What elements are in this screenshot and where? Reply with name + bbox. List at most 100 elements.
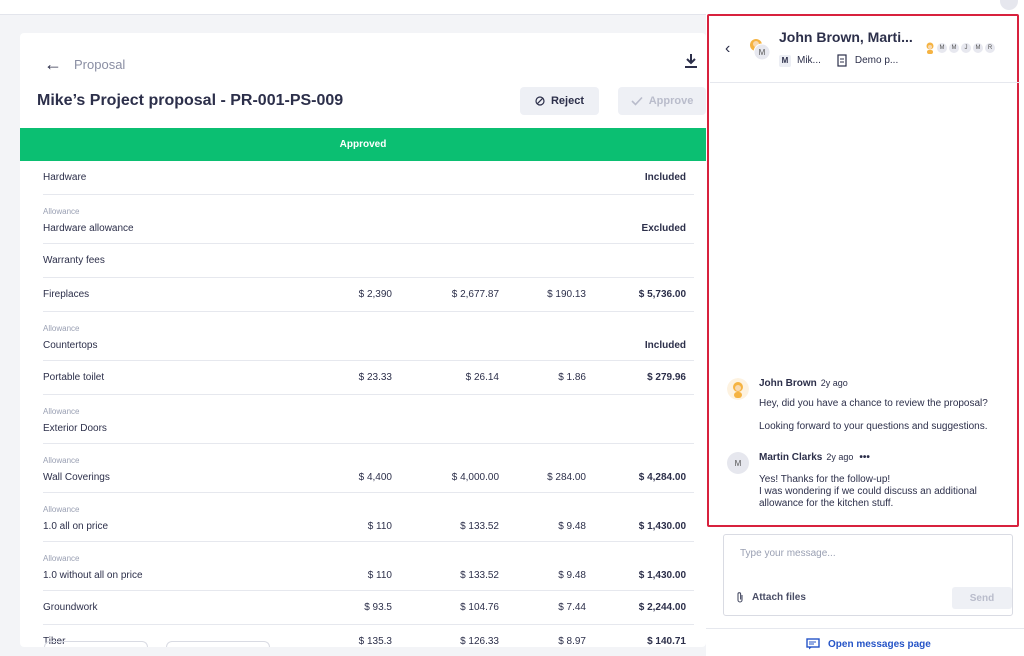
- row-total: $ 5,736.00: [638, 289, 686, 300]
- row-name: Hardware: [43, 172, 87, 183]
- row-name: Portable toilet: [43, 372, 105, 383]
- row-total: $ 140.71: [647, 636, 686, 647]
- table-row[interactable]: Hardware Included: [43, 161, 694, 195]
- chat-footer-divider: [706, 628, 1024, 629]
- chat-meta: M Mik... Demo p...: [779, 54, 898, 67]
- row-name: Exterior Doors: [43, 423, 107, 434]
- row-name: 1.0 without all on price: [43, 570, 143, 581]
- table-row[interactable]: Warranty fees: [43, 244, 694, 278]
- row-value: $ 110: [367, 521, 392, 532]
- reject-button[interactable]: Reject: [520, 87, 599, 115]
- author-name: Martin Clarks: [759, 452, 823, 463]
- row-value: $ 7.44: [558, 602, 586, 613]
- svg-text:M: M: [759, 48, 766, 57]
- footer-button[interactable]: [166, 641, 270, 647]
- row-value: $ 110: [367, 570, 392, 581]
- participants[interactable]: MMJMR: [925, 42, 995, 54]
- paperclip-icon: [737, 592, 743, 603]
- row-value: $ 104.76: [460, 602, 499, 613]
- row-value: $ 2,390: [358, 289, 392, 300]
- more-options-icon[interactable]: •••: [859, 452, 870, 463]
- row-value: $ 190.13: [547, 289, 586, 300]
- line-items: Hardware Included Allowance Hardware allowa…: [20, 161, 706, 647]
- participant-chip: M: [973, 43, 983, 53]
- row-total: Included: [644, 340, 686, 351]
- breadcrumb-label[interactable]: Proposal: [74, 57, 125, 72]
- row-category: Allowance: [43, 505, 80, 514]
- row-value: $ 4,000.00: [451, 472, 499, 483]
- message-time: 2y ago: [820, 378, 848, 388]
- table-row[interactable]: Groundwork $ 93.5 $ 104.76 $ 7.44 $ 2,244.00: [43, 591, 694, 625]
- user-avatar[interactable]: [1000, 0, 1018, 10]
- user-badge: M: [779, 54, 791, 67]
- table-row[interactable]: Allowance Countertops Included: [43, 312, 694, 361]
- chat-panel: ‹ M John Brown, Marti... M Mik... Demo p…: [706, 14, 1024, 656]
- open-messages-link[interactable]: Open messages page: [806, 638, 931, 650]
- message-composer: Attach files Send: [723, 534, 1013, 616]
- row-total: $ 279.96: [647, 372, 686, 383]
- table-row[interactable]: Portable toilet $ 23.33 $ 26.14 $ 1.86 $ 279…: [43, 361, 694, 395]
- chat-highlight-frame: ‹ M John Brown, Marti... M Mik... Demo p…: [707, 14, 1020, 527]
- chat-header-divider: [710, 82, 1020, 83]
- chevron-left-icon[interactable]: ‹: [725, 40, 730, 58]
- participant-chip: R: [985, 43, 995, 53]
- download-icon[interactable]: [684, 53, 698, 69]
- row-total: $ 2,244.00: [638, 602, 686, 613]
- row-total: Included: [644, 172, 686, 183]
- table-row[interactable]: Allowance 1.0 all on price $ 110 $ 133.52 $ …: [43, 493, 694, 542]
- row-name: Groundwork: [43, 602, 98, 613]
- row-category: Allowance: [43, 554, 80, 563]
- row-total: $ 1,430.00: [638, 521, 686, 532]
- top-menu-icon[interactable]: • •: [980, 0, 990, 5]
- row-value: $ 93.5: [364, 602, 392, 613]
- martin-avatar: M: [727, 452, 749, 474]
- attach-files-button[interactable]: Attach files: [736, 591, 806, 603]
- row-value: $ 2,677.87: [451, 289, 499, 300]
- breadcrumb: ← Proposal: [44, 55, 125, 73]
- message-author: Martin Clarks 2y ago •••: [759, 452, 870, 463]
- row-name: Fireplaces: [43, 289, 90, 300]
- check-icon: [631, 96, 643, 106]
- footer-button[interactable]: [44, 641, 148, 647]
- john-avatar-icon: [727, 378, 749, 400]
- back-arrow-icon[interactable]: ←: [44, 55, 62, 73]
- row-category: Allowance: [43, 207, 80, 216]
- row-value: $ 23.33: [358, 372, 392, 383]
- table-row[interactable]: Allowance Exterior Doors: [43, 395, 694, 444]
- row-total: $ 1,430.00: [638, 570, 686, 581]
- row-name: Wall Coverings: [43, 472, 110, 483]
- table-row[interactable]: Allowance 1.0 without all on price $ 110 $ …: [43, 542, 694, 591]
- document-icon: [837, 54, 847, 67]
- row-name: 1.0 all on price: [43, 521, 109, 532]
- attach-files-label: Attach files: [752, 591, 806, 603]
- table-row[interactable]: Allowance Hardware allowance Excluded: [43, 195, 694, 244]
- table-row[interactable]: Fireplaces $ 2,390 $ 2,677.87 $ 190.13 $ 5,7…: [43, 278, 694, 312]
- chat-project[interactable]: Demo p...: [855, 55, 898, 66]
- participant-chip: J: [961, 43, 971, 53]
- message-input[interactable]: [738, 547, 962, 560]
- author-name: John Brown: [759, 378, 817, 389]
- row-value: $ 133.52: [460, 521, 499, 532]
- message-text: allowance for the kitchen stuff.: [759, 498, 894, 509]
- row-value: $ 8.97: [558, 636, 586, 647]
- table-row[interactable]: Allowance Wall Coverings $ 4,400 $ 4,000.00…: [43, 444, 694, 493]
- participant-avatar-icon: [926, 42, 934, 54]
- message-text: Looking forward to your questions and su…: [759, 421, 988, 432]
- page-title: Mike’s Project proposal - PR-001-PS-009: [37, 92, 344, 109]
- top-bar: • •: [0, 0, 1024, 15]
- message-text: Hey, did you have a chance to review the…: [759, 398, 988, 409]
- row-value: $ 284.00: [547, 472, 586, 483]
- row-value: $ 26.14: [465, 372, 499, 383]
- row-value: $ 9.48: [558, 521, 586, 532]
- approve-button[interactable]: Approve: [618, 87, 706, 115]
- participant-chip: M: [937, 43, 947, 53]
- row-category: Allowance: [43, 456, 80, 465]
- reject-icon: [535, 96, 545, 106]
- row-value: $ 9.48: [558, 570, 586, 581]
- status-banner-label: Approved: [339, 139, 387, 150]
- proposal-card: ← Proposal Mike’s Project proposal - PR-…: [20, 33, 706, 647]
- row-category: Allowance: [43, 324, 80, 333]
- send-button[interactable]: Send: [952, 587, 1012, 609]
- row-value: $ 133.52: [460, 570, 499, 581]
- chat-user[interactable]: Mik...: [797, 55, 821, 66]
